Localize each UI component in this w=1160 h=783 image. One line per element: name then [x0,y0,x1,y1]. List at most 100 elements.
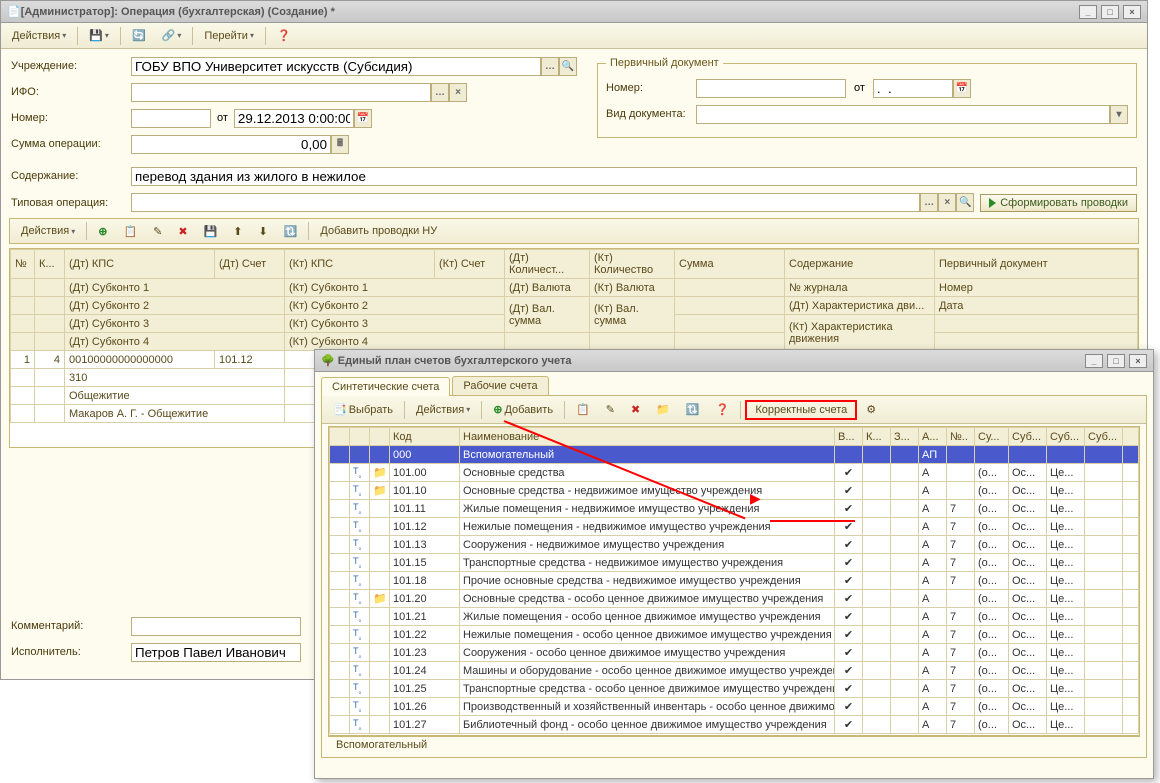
calc-icon[interactable]: 🖩 [331,135,349,154]
account-row[interactable]: T。101.12Нежилые помещения - недвижимое и… [330,518,1139,536]
col-data[interactable]: Дата [935,297,1138,315]
actions-button[interactable]: Действия▾ [5,26,73,46]
col-ktsub1[interactable]: (Кт) Субконто 1 [285,279,505,297]
popup-actions-button[interactable]: Действия▾ [409,400,477,420]
col-dthar[interactable]: (Дт) Характеристика дви... [785,297,935,315]
col-ktsub2[interactable]: (Кт) Субконто 2 [285,297,505,315]
typical-search-icon[interactable]: 🔍 [956,193,974,212]
col-ktkps[interactable]: (Кт) КПС [285,250,435,279]
account-row[interactable]: T。101.27Библиотечный фонд - особо ценное… [330,716,1139,734]
copy-icon[interactable]: 📋 [116,221,144,241]
popup-refr-icon[interactable]: 🔃 [679,400,707,420]
org-search-icon[interactable]: 🔍 [559,57,577,76]
col-soderzh[interactable]: Содержание [785,250,935,279]
close-icon[interactable]: × [1123,5,1141,19]
date-picker-icon[interactable]: 📅 [354,109,372,128]
col-ktvals[interactable]: (Кт) Вал. сумма [590,297,675,333]
col-dtval[interactable]: (Дт) Валюта [505,279,590,297]
select-button[interactable]: 📑 Выбрать [326,400,400,420]
col-dtsub4[interactable]: (Дт) Субконто 4 [65,333,285,351]
comment-input[interactable] [131,617,301,636]
col-dtsub1[interactable]: (Дт) Субконто 1 [65,279,285,297]
typical-input[interactable] [131,193,920,212]
refresh-icon[interactable]: 🔄 [125,26,153,46]
down-icon[interactable]: ⬇ [252,221,275,241]
content-input[interactable] [131,167,1137,186]
col-dtkol[interactable]: (Дт) Количест... [505,250,590,279]
account-row[interactable]: T。101.13Сооружения - недвижимое имуществ… [330,536,1139,554]
account-row[interactable]: T。📁101.20Основные средства - особо ценно… [330,590,1139,608]
maximize-icon[interactable]: □ [1101,5,1119,19]
tab-working[interactable]: Рабочие счета [452,376,548,395]
date-input[interactable] [234,109,354,128]
popup-add-button[interactable]: ⊕Добавить [486,400,560,420]
popup-max-icon[interactable]: □ [1107,354,1125,368]
col-dtsub3[interactable]: (Дт) Субконто 3 [65,315,285,333]
correct-accounts-button[interactable]: Корректные счета [745,400,857,420]
typical-clear-icon[interactable]: × [938,193,956,212]
generate-button[interactable]: Сформировать проводки [980,194,1137,212]
edit-icon[interactable]: ✎ [146,221,169,241]
num-input[interactable] [131,109,211,128]
popup-edit-icon[interactable]: ✎ [599,400,622,420]
col-sub3[interactable]: Суб... [1085,428,1123,446]
help-icon[interactable]: ❓ [270,26,298,46]
account-row[interactable]: T。101.23Сооружения - особо ценное движим… [330,644,1139,662]
tab-synthetic[interactable]: Синтетические счета [321,377,450,396]
save2-icon[interactable]: 💾 [197,221,225,241]
popup-fold-icon[interactable]: 📁 [649,400,677,420]
col-ktsub3[interactable]: (Кт) Субконто 3 [285,315,505,333]
add-nu-button[interactable]: Добавить проводки НУ [313,221,444,241]
typical-ellipsis-button[interactable]: … [920,193,938,212]
account-row[interactable]: T。101.24Машины и оборудование - особо це… [330,662,1139,680]
account-row[interactable]: T。📁101.10Основные средства - недвижимое … [330,482,1139,500]
pd-type-input[interactable] [696,105,1110,124]
col-nn[interactable]: №.. [947,428,975,446]
org-input[interactable] [131,57,541,76]
col-summa[interactable]: Сумма [675,250,785,279]
up-icon[interactable]: ⬆ [226,221,249,241]
ifo-input[interactable] [131,83,431,102]
popup-help-icon[interactable]: ❓ [709,400,737,420]
col-naim[interactable]: Наименование [460,428,835,446]
col-k[interactable]: К... [35,250,65,279]
popup-copy-icon[interactable]: 📋 [569,400,597,420]
minimize-icon[interactable]: _ [1079,5,1097,19]
link-icon[interactable]: 🔗▾ [155,26,189,46]
col-kod[interactable]: Код [390,428,460,446]
delete-icon[interactable]: ✖ [171,221,194,241]
col-su[interactable]: Су... [975,428,1009,446]
popup-config-icon[interactable]: ⚙ [859,400,883,420]
pd-type-dd-icon[interactable]: ▾ [1110,105,1128,124]
account-row[interactable]: T。101.11Жилые помещения - недвижимое иму… [330,500,1139,518]
accounts-grid[interactable]: Код Наименование В... К... З... А... №..… [328,426,1140,736]
col-ktkol[interactable]: (Кт) Количество [590,250,675,279]
account-row[interactable]: T。101.22Нежилые помещения - особо ценное… [330,626,1139,644]
pd-date-icon[interactable]: 📅 [953,79,971,98]
col-v[interactable]: В... [835,428,863,446]
col-kk[interactable]: К... [863,428,891,446]
account-row[interactable]: T。000ВспомогательныйАП [330,446,1139,464]
col-a[interactable]: А... [919,428,947,446]
col-dtsub2[interactable]: (Дт) Субконто 2 [65,297,285,315]
col-dtschet[interactable]: (Дт) Счет [215,250,285,279]
col-nomer[interactable]: Номер [935,279,1138,297]
col-sub2[interactable]: Суб... [1047,428,1085,446]
account-row[interactable]: T。101.26Производственный и хозяйственный… [330,698,1139,716]
col-ktschet[interactable]: (Кт) Счет [435,250,505,279]
col-perv[interactable]: Первичный документ [935,250,1138,279]
executor-input[interactable] [131,643,301,662]
col-z[interactable]: З... [891,428,919,446]
ifo-ellipsis-button[interactable]: … [431,83,449,102]
popup-title-bar[interactable]: 🌳 Единый план счетов бухгалтерского учет… [315,350,1153,372]
pd-num-input[interactable] [696,79,846,98]
popup-close-icon[interactable]: × [1129,354,1147,368]
goto-button[interactable]: Перейти▾ [197,26,261,46]
popup-min-icon[interactable]: _ [1085,354,1103,368]
col-nz[interactable]: № журнала [785,279,935,297]
col-ktsub4[interactable]: (Кт) Субконто 4 [285,333,505,351]
pd-date-input[interactable] [873,79,953,98]
account-row[interactable]: T。101.25Транспортные средства - особо це… [330,680,1139,698]
sum-input[interactable] [131,135,331,154]
reload-icon[interactable]: 🔃 [277,221,305,241]
